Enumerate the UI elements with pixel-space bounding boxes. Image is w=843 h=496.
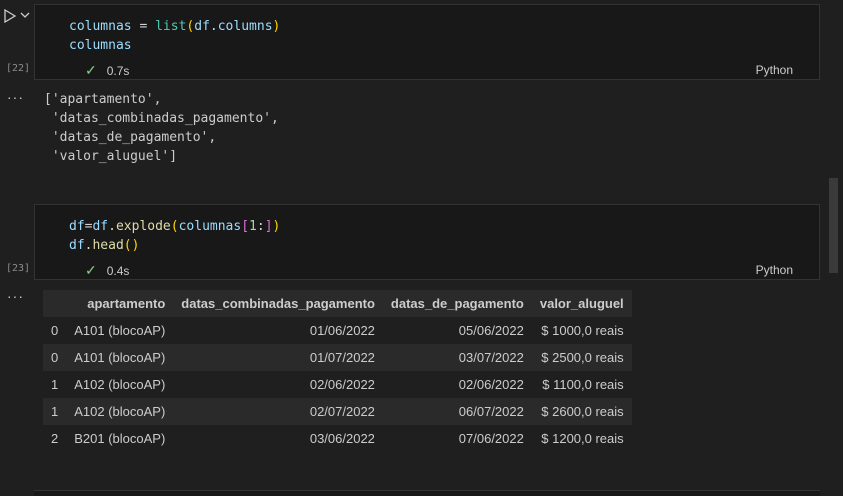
table-row: 1 A102 (blocoAP) 02/07/2022 06/07/2022 $… <box>43 398 632 425</box>
vertical-scrollbar[interactable] <box>829 178 838 273</box>
chevron-down-icon[interactable] <box>20 10 30 20</box>
table-cell: $ 2500,0 reais <box>531 344 632 371</box>
table-cell: $ 2600,0 reais <box>531 398 632 425</box>
execution-time: 0.4s <box>106 264 130 278</box>
code-token: df <box>69 238 85 253</box>
table-cell: $ 1200,0 reais <box>531 425 632 452</box>
code-token: df <box>92 219 109 234</box>
check-icon: ✓ <box>85 62 97 78</box>
column-header: apartamento <box>66 290 174 317</box>
code-token: df <box>194 19 210 34</box>
execution-count: [23] <box>6 263 31 274</box>
output-text: ['apartamento', 'datas_combinadas_pagame… <box>44 90 279 166</box>
code-token: df <box>69 219 85 234</box>
output-line: 'valor_aluguel'] <box>44 149 178 164</box>
code-token: .columns <box>209 19 273 34</box>
table-cell: $ 1100,0 reais <box>531 371 632 398</box>
table-cell: 07/06/2022 <box>382 425 532 452</box>
execution-time: 0.7s <box>106 64 130 78</box>
table-cell: $ 1000,0 reais <box>531 317 632 344</box>
code-token: [ <box>241 219 250 234</box>
code-token: : <box>256 219 265 234</box>
code-cell-1[interactable]: columnas = list(df.columns) columnas ✓ 0.… <box>34 4 820 80</box>
column-header: datas_combinadas_pagamento <box>173 290 383 317</box>
code-line[interactable]: df=df.explode(columnas[1:]) <box>69 217 280 236</box>
code-token: = <box>131 19 156 34</box>
language-label[interactable]: Python <box>756 63 793 77</box>
row-index: 0 <box>43 344 67 371</box>
table-header-row: apartamento datas_combinadas_pagamento d… <box>43 290 632 317</box>
code-token: list <box>155 19 187 34</box>
table-cell: 06/07/2022 <box>382 398 532 425</box>
code-token: .explode <box>108 219 171 234</box>
table-cell: B201 (blocoAP) <box>66 425 174 452</box>
table-cell: 01/07/2022 <box>173 344 383 371</box>
table-row: 1 A102 (blocoAP) 02/06/2022 02/06/2022 $… <box>43 371 632 398</box>
table-cell: 02/06/2022 <box>173 371 383 398</box>
execution-count: [22] <box>6 63 31 74</box>
code-token: ) <box>272 19 281 34</box>
code-token: ) <box>272 219 281 234</box>
table-cell: A102 (blocoAP) <box>66 398 174 425</box>
cell-status: ✓ 0.7s <box>85 62 129 79</box>
column-header: datas_de_pagamento <box>382 290 532 317</box>
output-more-icon[interactable]: ··· <box>7 89 24 105</box>
check-icon: ✓ <box>85 262 97 278</box>
output-more-icon[interactable]: ··· <box>7 288 24 304</box>
code-token: () <box>123 238 140 253</box>
code-line[interactable]: df.head() <box>69 236 139 255</box>
dataframe-table: apartamento datas_combinadas_pagamento d… <box>43 290 632 452</box>
row-index: 0 <box>43 317 67 344</box>
output-line: 'datas_combinadas_pagamento', <box>44 111 279 126</box>
output-line: ['apartamento', <box>44 92 162 107</box>
row-index: 1 <box>43 371 67 398</box>
code-token: columnas <box>69 19 132 34</box>
language-label[interactable]: Python <box>756 263 793 277</box>
table-cell: 02/07/2022 <box>173 398 383 425</box>
row-index: 2 <box>43 425 67 452</box>
table-row: 0 A101 (blocoAP) 01/07/2022 03/07/2022 $… <box>43 344 632 371</box>
table-cell: 02/06/2022 <box>382 371 532 398</box>
table-cell: 03/06/2022 <box>173 425 383 452</box>
column-header <box>43 290 67 317</box>
code-token: columnas <box>178 219 242 234</box>
cell-status: ✓ 0.4s <box>85 262 129 279</box>
output-line: 'datas_de_pagamento', <box>44 130 217 145</box>
column-header: valor_aluguel <box>531 290 632 317</box>
run-cell-icon[interactable] <box>4 9 16 23</box>
code-line[interactable]: columnas = list(df.columns) <box>69 17 280 36</box>
row-index: 1 <box>43 398 67 425</box>
table-cell: 01/06/2022 <box>173 317 383 344</box>
code-token: 1 <box>249 219 257 234</box>
code-token: ( <box>170 219 179 234</box>
code-token: .head <box>84 238 124 253</box>
code-line[interactable]: columnas <box>69 36 132 55</box>
table-row: 2 B201 (blocoAP) 03/06/2022 07/06/2022 $… <box>43 425 632 452</box>
table-cell: 03/07/2022 <box>382 344 532 371</box>
next-cell-edge <box>34 490 820 496</box>
table-cell: 05/06/2022 <box>382 317 532 344</box>
code-cell-2[interactable]: df=df.explode(columnas[1:]) df.head() ✓ 0… <box>34 204 820 280</box>
code-token: ] <box>264 219 273 234</box>
table-cell: A102 (blocoAP) <box>66 371 174 398</box>
table-row: 0 A101 (blocoAP) 01/06/2022 05/06/2022 $… <box>43 317 632 344</box>
table-cell: A101 (blocoAP) <box>66 317 174 344</box>
table-cell: A101 (blocoAP) <box>66 344 174 371</box>
